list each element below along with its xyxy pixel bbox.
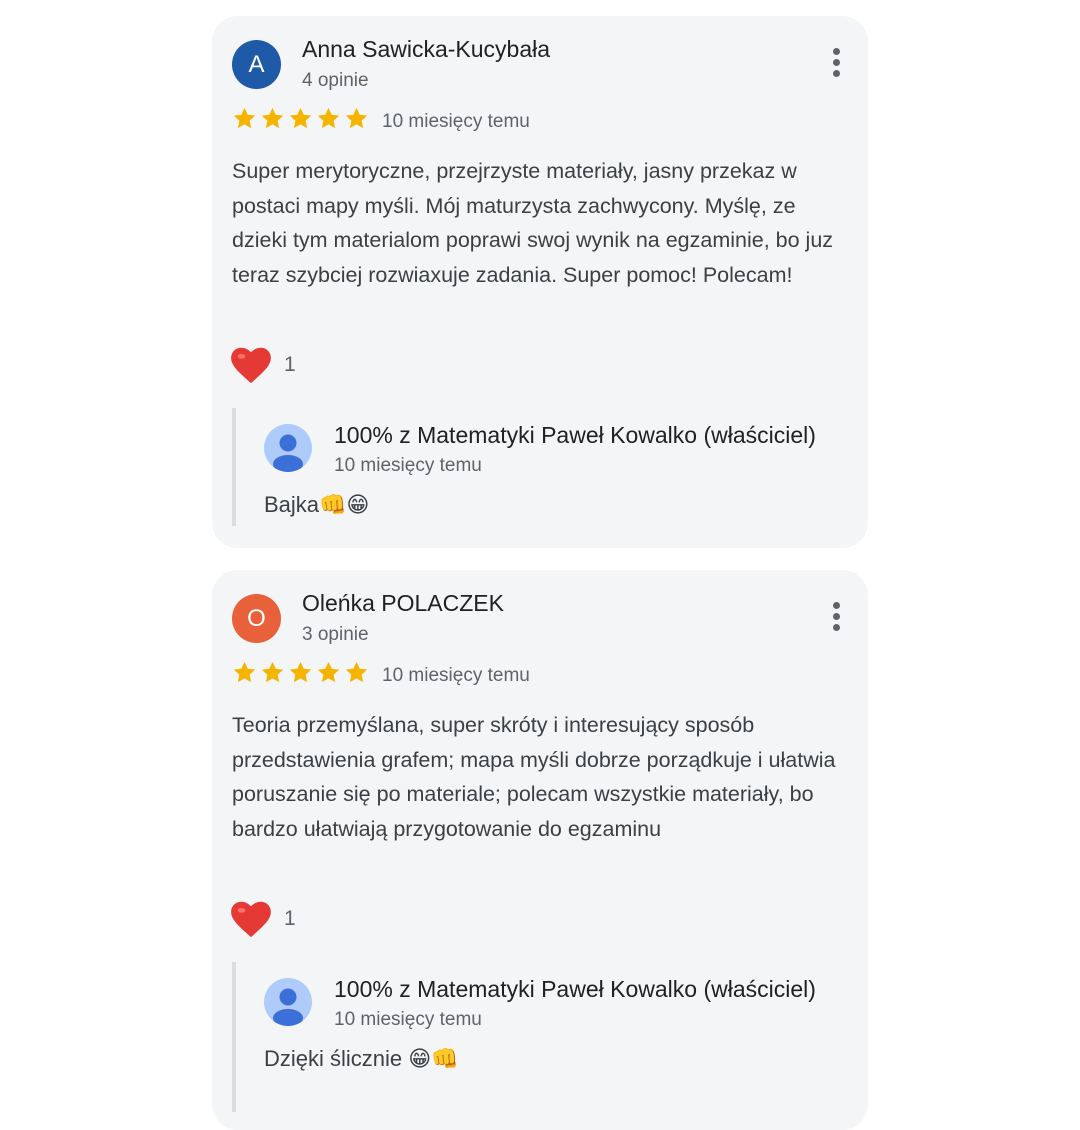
star-icon	[289, 661, 312, 683]
like-button[interactable]: 1	[230, 900, 296, 938]
person-icon[interactable]	[264, 424, 312, 472]
reply-date: 10 miesięcy temu	[334, 1009, 482, 1030]
star-rating	[232, 106, 369, 131]
reply-date: 10 miesięcy temu	[334, 455, 482, 476]
more-vert-icon[interactable]	[830, 48, 842, 78]
review-count: 3 opinie	[302, 624, 369, 645]
star-icon	[261, 107, 284, 129]
owner-reply: 100% z Matematyki Paweł Kowalko (właścic…	[232, 962, 856, 1112]
star-icon	[289, 107, 312, 129]
star-icon	[345, 107, 368, 129]
reply-text: Bajka👊😁	[264, 492, 370, 517]
review-date: 10 miesięcy temu	[382, 665, 530, 686]
review-card: O Oleńka POLACZEK 3 opinie 10 miesięcy t…	[212, 570, 868, 1130]
avatar[interactable]: A	[232, 40, 281, 89]
person-icon[interactable]	[264, 978, 312, 1026]
review-date: 10 miesięcy temu	[382, 111, 530, 132]
star-icon	[233, 107, 256, 129]
star-icon	[261, 661, 284, 683]
avatar[interactable]: O	[232, 594, 281, 643]
heart-icon	[231, 901, 271, 938]
star-icon	[345, 661, 368, 683]
owner-name[interactable]: 100% z Matematyki Paweł Kowalko (właścic…	[334, 422, 816, 449]
reviewer-name[interactable]: Anna Sawicka-Kucybała	[302, 36, 550, 63]
reply-text: Dzięki ślicznie 😁👊	[264, 1046, 459, 1071]
reviewer-name[interactable]: Oleńka POLACZEK	[302, 590, 504, 617]
review-text: Teoria przemyślana, super skróty i inter…	[232, 713, 836, 841]
review-card: A Anna Sawicka-Kucybała 4 opinie 10 mies…	[212, 16, 868, 548]
owner-name[interactable]: 100% z Matematyki Paweł Kowalko (właścic…	[334, 976, 816, 1003]
star-icon	[233, 661, 256, 683]
star-icon	[317, 107, 340, 129]
heart-icon	[231, 347, 271, 384]
more-vert-icon[interactable]	[830, 602, 842, 632]
star-icon	[317, 661, 340, 683]
like-count: 1	[284, 907, 296, 930]
star-rating	[232, 660, 369, 685]
review-text: Super merytoryczne, przejrzyste materiał…	[232, 159, 834, 287]
like-button[interactable]: 1	[230, 346, 296, 384]
like-count: 1	[284, 353, 296, 376]
owner-reply: 100% z Matematyki Paweł Kowalko (właścic…	[232, 408, 856, 526]
review-count: 4 opinie	[302, 70, 369, 91]
